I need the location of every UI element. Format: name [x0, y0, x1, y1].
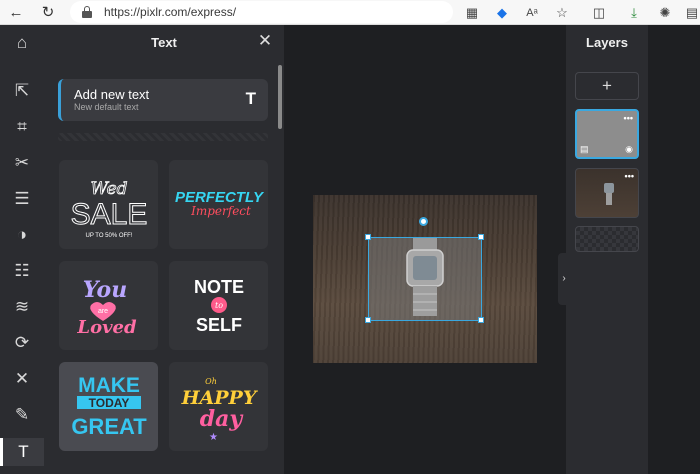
browser-toolbar: ← ↻ https://pixlr.com/express/ ▦ ◆ Aᵃ ☆ … — [0, 0, 700, 25]
url-text: https://pixlr.com/express/ — [104, 5, 237, 19]
svg-text:GREAT: GREAT — [71, 414, 147, 439]
background-layer[interactable] — [575, 226, 639, 252]
svg-text:day: day — [200, 406, 245, 432]
app-grid-icon[interactable]: ▦ — [462, 3, 482, 23]
layer-menu-icon[interactable]: ••• — [625, 171, 634, 181]
refresh-icon[interactable]: ↻ — [38, 3, 58, 23]
template-note-to-self[interactable]: NOTE to SELF — [169, 261, 268, 350]
layer-item[interactable]: ••• — [575, 168, 639, 218]
layers-title: Layers — [586, 35, 628, 50]
svg-text:MAKE: MAKE — [78, 374, 140, 397]
svg-text:You: You — [83, 277, 127, 303]
text-panel: Text ✕ Add new text New default text T W… — [44, 25, 284, 474]
effect-icon[interactable]: ☷ — [8, 257, 36, 285]
text-tool-icon[interactable]: T — [0, 438, 44, 466]
collections-icon[interactable]: ▤ — [682, 3, 700, 23]
crop-icon[interactable]: ⌗ — [8, 113, 36, 141]
cutout-icon[interactable]: ✂ — [8, 149, 36, 177]
canvas-workspace[interactable]: › — [284, 25, 570, 474]
panel-header: Text ✕ — [44, 25, 284, 59]
resize-handle-bottom-right[interactable] — [478, 317, 484, 323]
svg-text:UP TO 50% OFF!: UP TO 50% OFF! — [85, 233, 132, 239]
extension-icon[interactable]: ✺ — [655, 3, 675, 23]
layer-menu-icon[interactable]: ••• — [624, 113, 633, 123]
svg-text:are: are — [98, 308, 108, 315]
swirl-icon[interactable]: ⟳ — [8, 329, 36, 357]
rotate-handle[interactable] — [419, 217, 428, 226]
text-icon: T — [245, 89, 256, 108]
panel-scrollbar[interactable] — [278, 65, 282, 129]
resize-handle-top-left[interactable] — [365, 234, 371, 240]
add-new-text-button[interactable]: Add new text New default text T — [58, 79, 268, 121]
svg-text:to: to — [215, 301, 223, 310]
svg-text:TODAY: TODAY — [89, 396, 130, 410]
window-margin — [648, 25, 700, 474]
panel-divider — [58, 133, 268, 141]
close-icon[interactable]: ✕ — [256, 32, 274, 50]
panel-title: Text — [151, 35, 177, 50]
arrange-icon[interactable]: ⇱ — [8, 77, 36, 105]
layer-item[interactable]: ••• ▤ ◉ — [575, 109, 639, 159]
read-aloud-icon[interactable]: Aᵃ — [522, 3, 542, 23]
template-wed-sale[interactable]: Wed SALE UP TO 50% OFF! — [59, 160, 158, 249]
tag-icon[interactable]: ◆ — [492, 3, 512, 23]
svg-text:★: ★ — [209, 432, 218, 443]
layers-panel: Layers + ••• ▤ ◉ ••• — [566, 25, 648, 474]
resize-handle-bottom-left[interactable] — [365, 317, 371, 323]
svg-text:SALE: SALE — [71, 198, 148, 231]
svg-text:SELF: SELF — [196, 315, 242, 335]
brush-icon[interactable]: ✎ — [8, 401, 36, 429]
template-you-are-loved[interactable]: You are Loved — [59, 261, 158, 350]
filter-icon[interactable]: ◑ — [8, 221, 36, 249]
watch-thumbnail — [406, 238, 444, 316]
template-make-today-great[interactable]: MAKE TODAY GREAT — [59, 362, 158, 451]
svg-text:Wed: Wed — [90, 179, 127, 199]
home-icon[interactable]: ⌂ — [8, 29, 36, 57]
layer-visibility-icon[interactable]: ◉ — [625, 144, 633, 155]
svg-text:Loved: Loved — [76, 317, 137, 338]
add-layer-button[interactable]: + — [575, 72, 639, 100]
liquify-icon[interactable]: ≋ — [8, 293, 36, 321]
tool-strip: ⌂ ⇱ ⌗ ✂ ☰ ◑ ☷ ≋ ⟳ ✕ ✎ T — [0, 25, 44, 474]
download-icon[interactable]: ⤓ — [624, 3, 644, 23]
add-text-subtitle: New default text — [74, 102, 139, 112]
resize-handle-top-right[interactable] — [478, 234, 484, 240]
template-happy-day[interactable]: Oh HAPPY day ★ — [169, 362, 268, 451]
split-screen-icon[interactable]: ◫ — [589, 3, 609, 23]
layer-lock-icon[interactable]: ▤ — [580, 144, 589, 155]
selected-layer-box[interactable] — [368, 237, 482, 321]
adjust-icon[interactable]: ☰ — [8, 185, 36, 213]
svg-text:Oh: Oh — [205, 377, 217, 386]
address-bar[interactable]: https://pixlr.com/express/ — [70, 1, 453, 23]
back-arrow-icon[interactable]: ← — [6, 3, 26, 23]
svg-text:NOTE: NOTE — [194, 277, 244, 297]
favorite-star-icon[interactable]: ☆ — [552, 3, 572, 23]
heal-icon[interactable]: ✕ — [8, 365, 36, 393]
add-text-title: Add new text — [74, 87, 150, 102]
template-perfectly-imperfect[interactable]: PERFECTLY Imperfect — [169, 160, 268, 249]
svg-text:Imperfect: Imperfect — [190, 204, 251, 218]
lock-icon — [82, 6, 92, 18]
